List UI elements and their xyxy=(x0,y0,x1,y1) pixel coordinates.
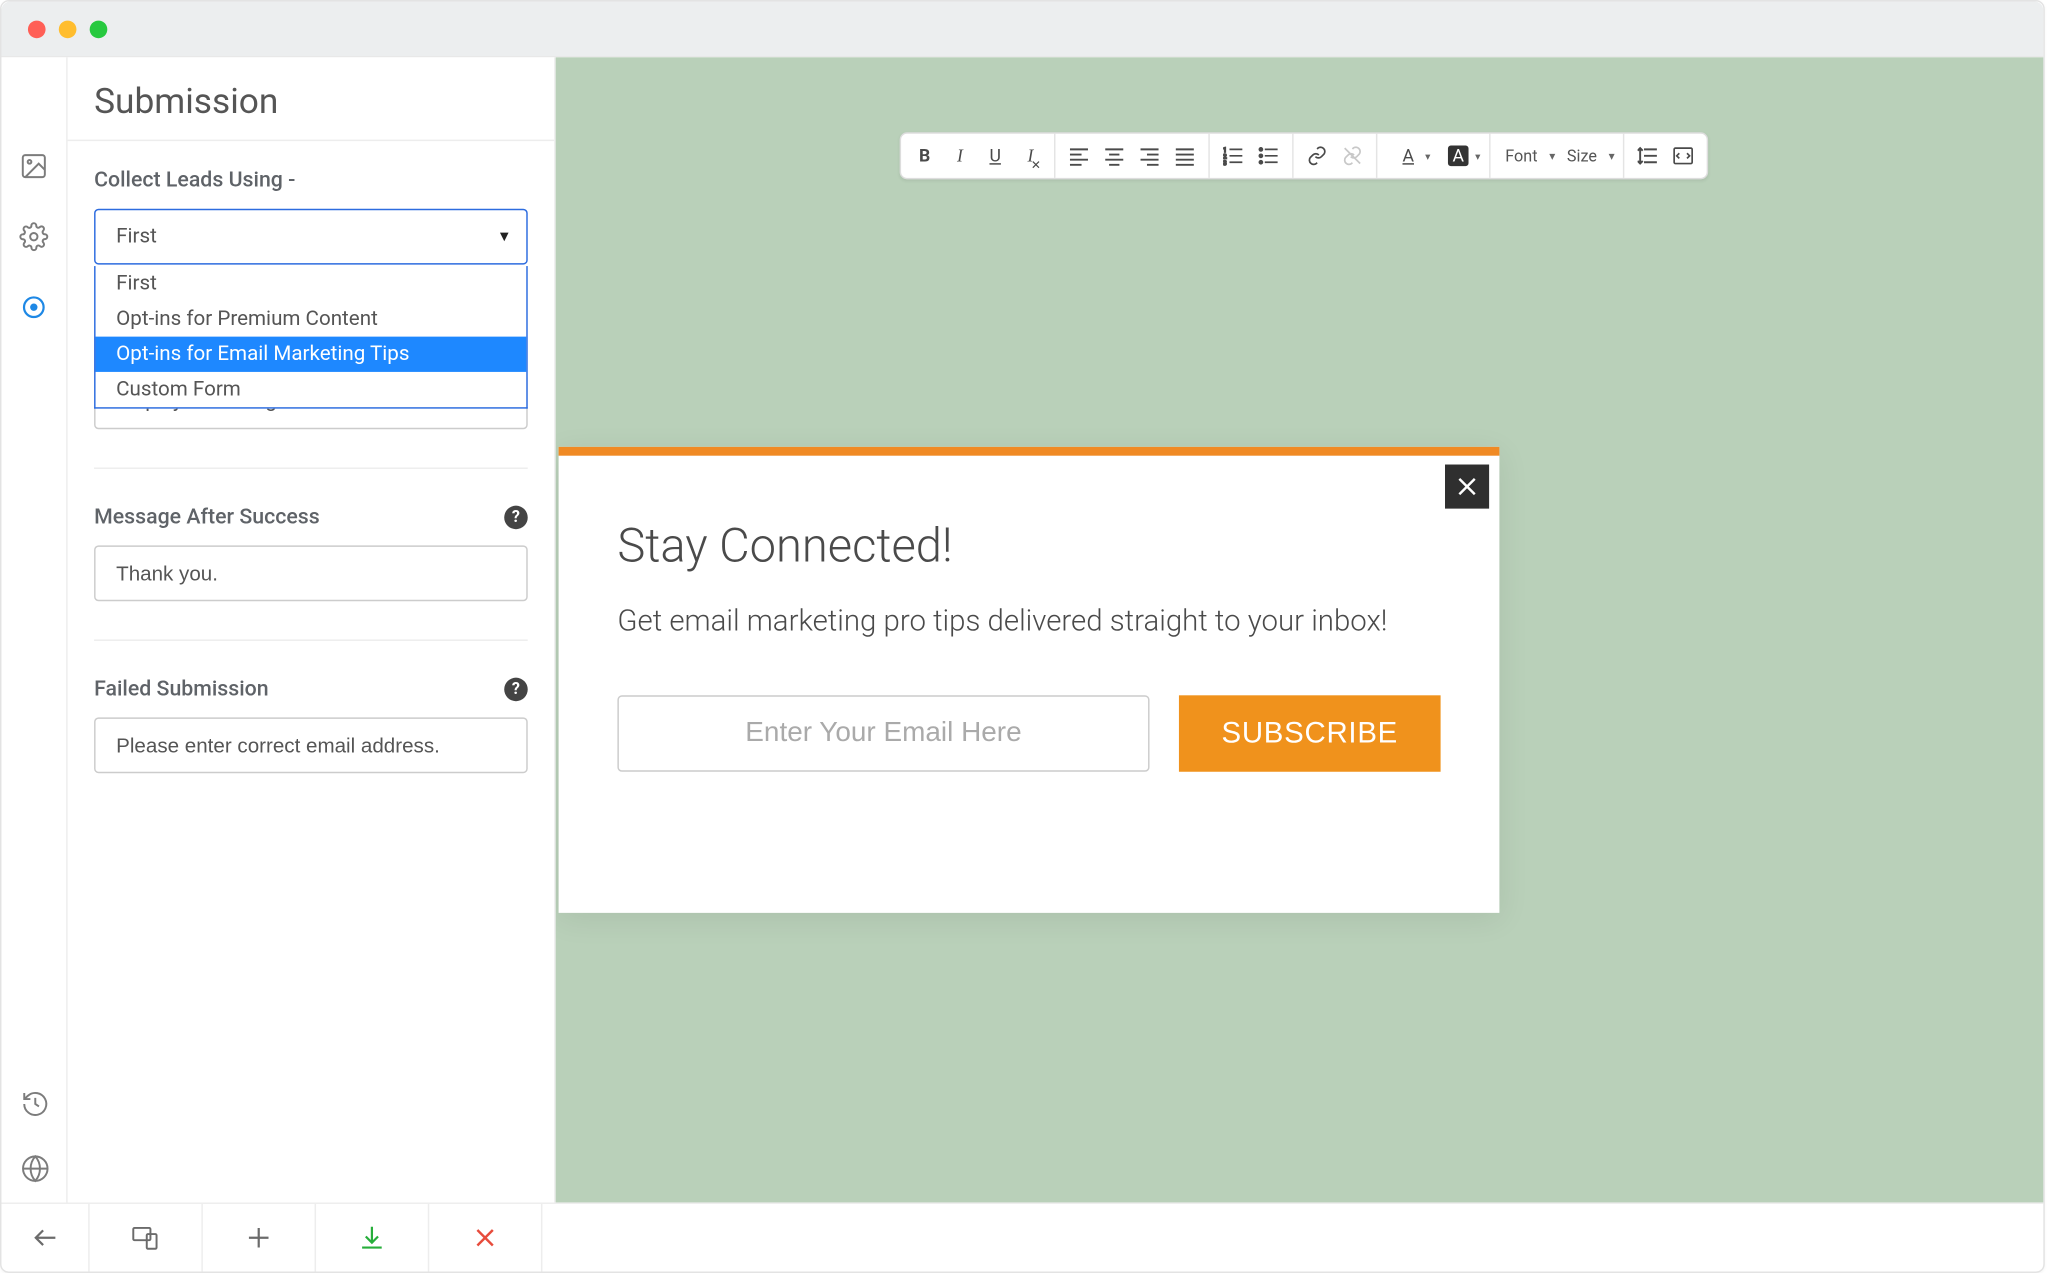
align-left-button[interactable] xyxy=(1061,138,1096,173)
app-window: Submission Collect Leads Using - First ▼… xyxy=(0,0,2045,1273)
history-icon[interactable] xyxy=(18,1088,50,1120)
sidebar: Submission Collect Leads Using - First ▼… xyxy=(68,57,556,1202)
collect-leads-dropdown: First Opt-ins for Premium Content Opt-in… xyxy=(94,266,528,409)
svg-text:2: 2 xyxy=(1223,152,1227,160)
svg-text:3: 3 xyxy=(1223,159,1227,166)
dropdown-option[interactable]: Opt-ins for Premium Content xyxy=(96,301,527,336)
bold-button[interactable]: B xyxy=(907,138,942,173)
collect-leads-select[interactable]: First ▼ First Opt-ins for Premium Conten… xyxy=(94,209,528,265)
canvas: B I U I✕ 123 xyxy=(556,57,2044,1202)
help-icon[interactable]: ? xyxy=(504,505,528,529)
bottom-bar xyxy=(1,1202,2043,1271)
popup-title: Stay Connected! xyxy=(617,517,1440,573)
unlink-button[interactable] xyxy=(1335,138,1370,173)
titlebar xyxy=(1,1,2043,57)
toolbar-group-link xyxy=(1294,134,1378,178)
bg-color-button[interactable]: A▾ xyxy=(1433,138,1483,173)
collect-leads-value: First xyxy=(116,225,157,249)
chevron-down-icon: ▼ xyxy=(497,229,512,245)
align-justify-button[interactable] xyxy=(1167,138,1202,173)
left-rail-bottom xyxy=(1,1088,67,1185)
clear-format-button[interactable]: I✕ xyxy=(1013,138,1048,173)
email-input[interactable] xyxy=(617,695,1149,771)
underline-button[interactable]: U xyxy=(978,138,1013,173)
popup-preview: Stay Connected! Get email marketing pro … xyxy=(559,447,1500,913)
source-button[interactable] xyxy=(1666,138,1701,173)
toolbar-group-color: A▾ A▾ xyxy=(1377,134,1490,178)
left-rail xyxy=(1,57,67,1202)
dropdown-option[interactable]: First xyxy=(96,266,527,301)
font-select[interactable]: Font xyxy=(1496,138,1558,173)
popup-form-row: SUBSCRIBE xyxy=(617,695,1440,771)
svg-text:1: 1 xyxy=(1223,146,1227,154)
download-button[interactable] xyxy=(316,1204,429,1272)
gear-icon[interactable] xyxy=(18,221,50,253)
collect-leads-label: Collect Leads Using - xyxy=(94,168,528,193)
target-icon[interactable] xyxy=(18,291,50,323)
help-icon[interactable]: ? xyxy=(504,677,528,701)
text-color-button[interactable]: A▾ xyxy=(1383,138,1433,173)
link-button[interactable] xyxy=(1299,138,1334,173)
failed-submission-input[interactable] xyxy=(94,717,528,773)
group-collect-leads: Collect Leads Using - First ▼ First Opt-… xyxy=(94,168,528,297)
sidebar-title: Submission xyxy=(68,57,555,141)
toolbar-group-format: B I U I✕ xyxy=(901,134,1055,178)
close-icon[interactable] xyxy=(1445,465,1489,509)
message-after-success-input[interactable] xyxy=(94,545,528,601)
toolbar-group-font: Font Size xyxy=(1491,134,1625,178)
sidebar-body: Collect Leads Using - First ▼ First Opt-… xyxy=(68,141,555,1202)
italic-button[interactable]: I xyxy=(942,138,977,173)
dropdown-option[interactable]: Custom Form xyxy=(96,372,527,407)
devices-button[interactable] xyxy=(90,1204,203,1272)
toolbar-group-align xyxy=(1055,134,1209,178)
subscribe-button[interactable]: SUBSCRIBE xyxy=(1179,695,1441,771)
failed-submission-label: Failed Submission ? xyxy=(94,676,528,701)
align-center-button[interactable] xyxy=(1097,138,1132,173)
toolbar-group-list: 123 xyxy=(1210,134,1294,178)
image-icon[interactable] xyxy=(18,150,50,182)
body-area: Submission Collect Leads Using - First ▼… xyxy=(1,57,2043,1202)
window-close-dot[interactable] xyxy=(28,20,46,38)
size-select[interactable]: Size xyxy=(1558,138,1617,173)
group-failed-submission: Failed Submission ? xyxy=(94,676,528,773)
dropdown-option[interactable]: Opt-ins for Email Marketing Tips xyxy=(96,337,527,372)
close-button[interactable] xyxy=(429,1204,542,1272)
group-message-after-success: Message After Success ? xyxy=(94,504,528,641)
globe-icon[interactable] xyxy=(18,1152,50,1184)
ordered-list-button[interactable]: 123 xyxy=(1216,138,1251,173)
traffic-lights xyxy=(28,20,107,38)
unordered-list-button[interactable] xyxy=(1251,138,1286,173)
add-button[interactable] xyxy=(203,1204,316,1272)
back-button[interactable] xyxy=(1,1204,89,1272)
window-zoom-dot[interactable] xyxy=(90,20,108,38)
toolbar-group-misc xyxy=(1625,134,1707,178)
popup-subtitle: Get email marketing pro tips delivered s… xyxy=(617,600,1440,643)
text-toolbar: B I U I✕ 123 xyxy=(900,132,1709,179)
popup-inner: Stay Connected! Get email marketing pro … xyxy=(559,456,1500,772)
message-after-success-label: Message After Success ? xyxy=(94,504,528,529)
line-height-button[interactable] xyxy=(1631,138,1666,173)
align-right-button[interactable] xyxy=(1132,138,1167,173)
window-minimize-dot[interactable] xyxy=(59,20,77,38)
